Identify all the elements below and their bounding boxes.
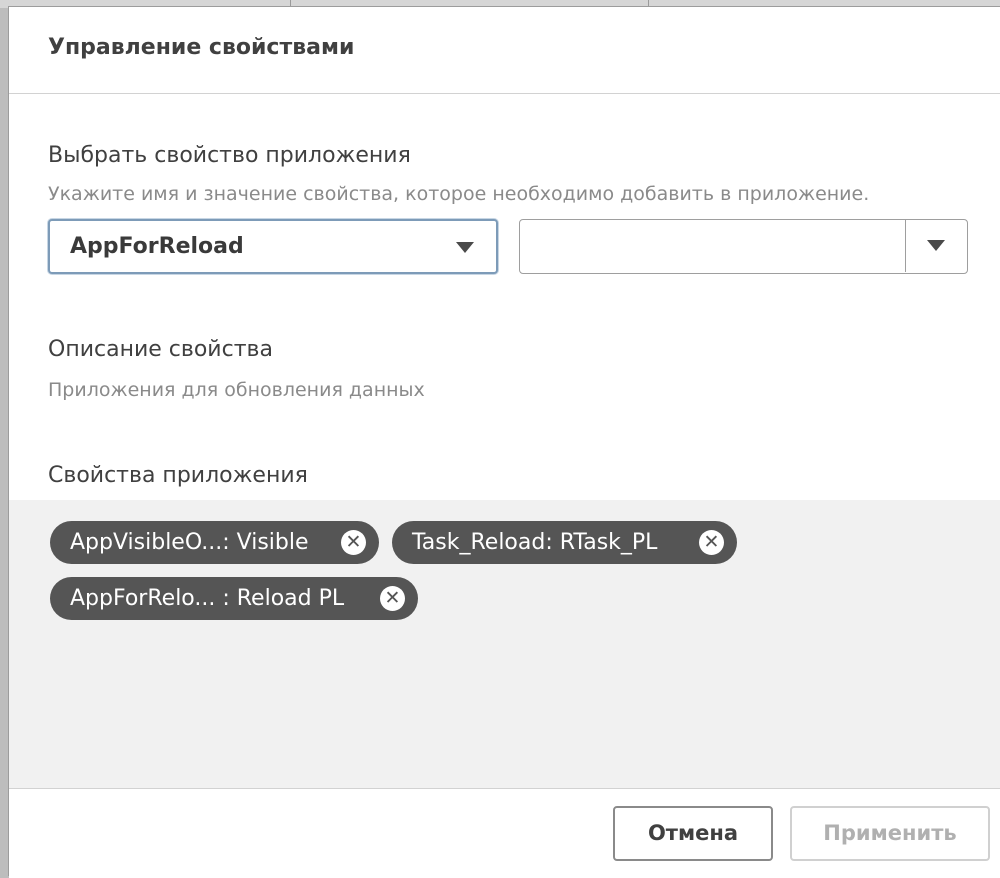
select-property-label: Выбрать свойство приложения <box>48 143 411 168</box>
property-chip: AppVisibleO...: Visible ✕ <box>50 521 379 564</box>
property-chip-label: Task_Reload: RTask_PL <box>412 530 658 555</box>
app-properties-label: Свойства приложения <box>48 463 308 488</box>
property-value-dropdown-button[interactable] <box>905 220 967 272</box>
property-chip: AppForRelo... : Reload PL ✕ <box>50 577 418 620</box>
property-chip-label: AppVisibleO...: Visible <box>70 530 309 555</box>
manage-properties-dialog: Управление свойствами Выбрать свойство п… <box>8 6 1000 878</box>
dialog-title: Управление свойствами <box>48 35 355 60</box>
property-description-text: Приложения для обновления данных <box>48 379 425 401</box>
remove-chip-icon[interactable]: ✕ <box>341 530 366 555</box>
property-description-label: Описание свойства <box>48 337 273 362</box>
property-value-input[interactable] <box>520 220 904 272</box>
property-chip: Task_Reload: RTask_PL ✕ <box>392 521 737 564</box>
property-chip-label: AppForRelo... : Reload PL <box>70 586 345 611</box>
remove-chip-icon[interactable]: ✕ <box>699 530 724 555</box>
dialog-header: Управление свойствами <box>9 7 1000 94</box>
app-properties-chip-list: AppVisibleO...: Visible ✕ Task_Reload: R… <box>9 500 1000 788</box>
remove-chip-icon[interactable]: ✕ <box>380 586 405 611</box>
cancel-button[interactable]: Отмена <box>613 806 773 861</box>
dialog-footer: Отмена Применить <box>9 788 1000 878</box>
property-name-select[interactable]: AppForReload <box>48 219 498 274</box>
chevron-down-icon <box>927 240 945 251</box>
select-property-hint: Укажите имя и значение свойства, которое… <box>48 183 870 205</box>
apply-button[interactable]: Применить <box>790 806 990 861</box>
property-name-value: AppForReload <box>70 234 244 259</box>
chevron-down-icon <box>456 242 474 253</box>
property-value-combobox[interactable] <box>519 219 968 274</box>
